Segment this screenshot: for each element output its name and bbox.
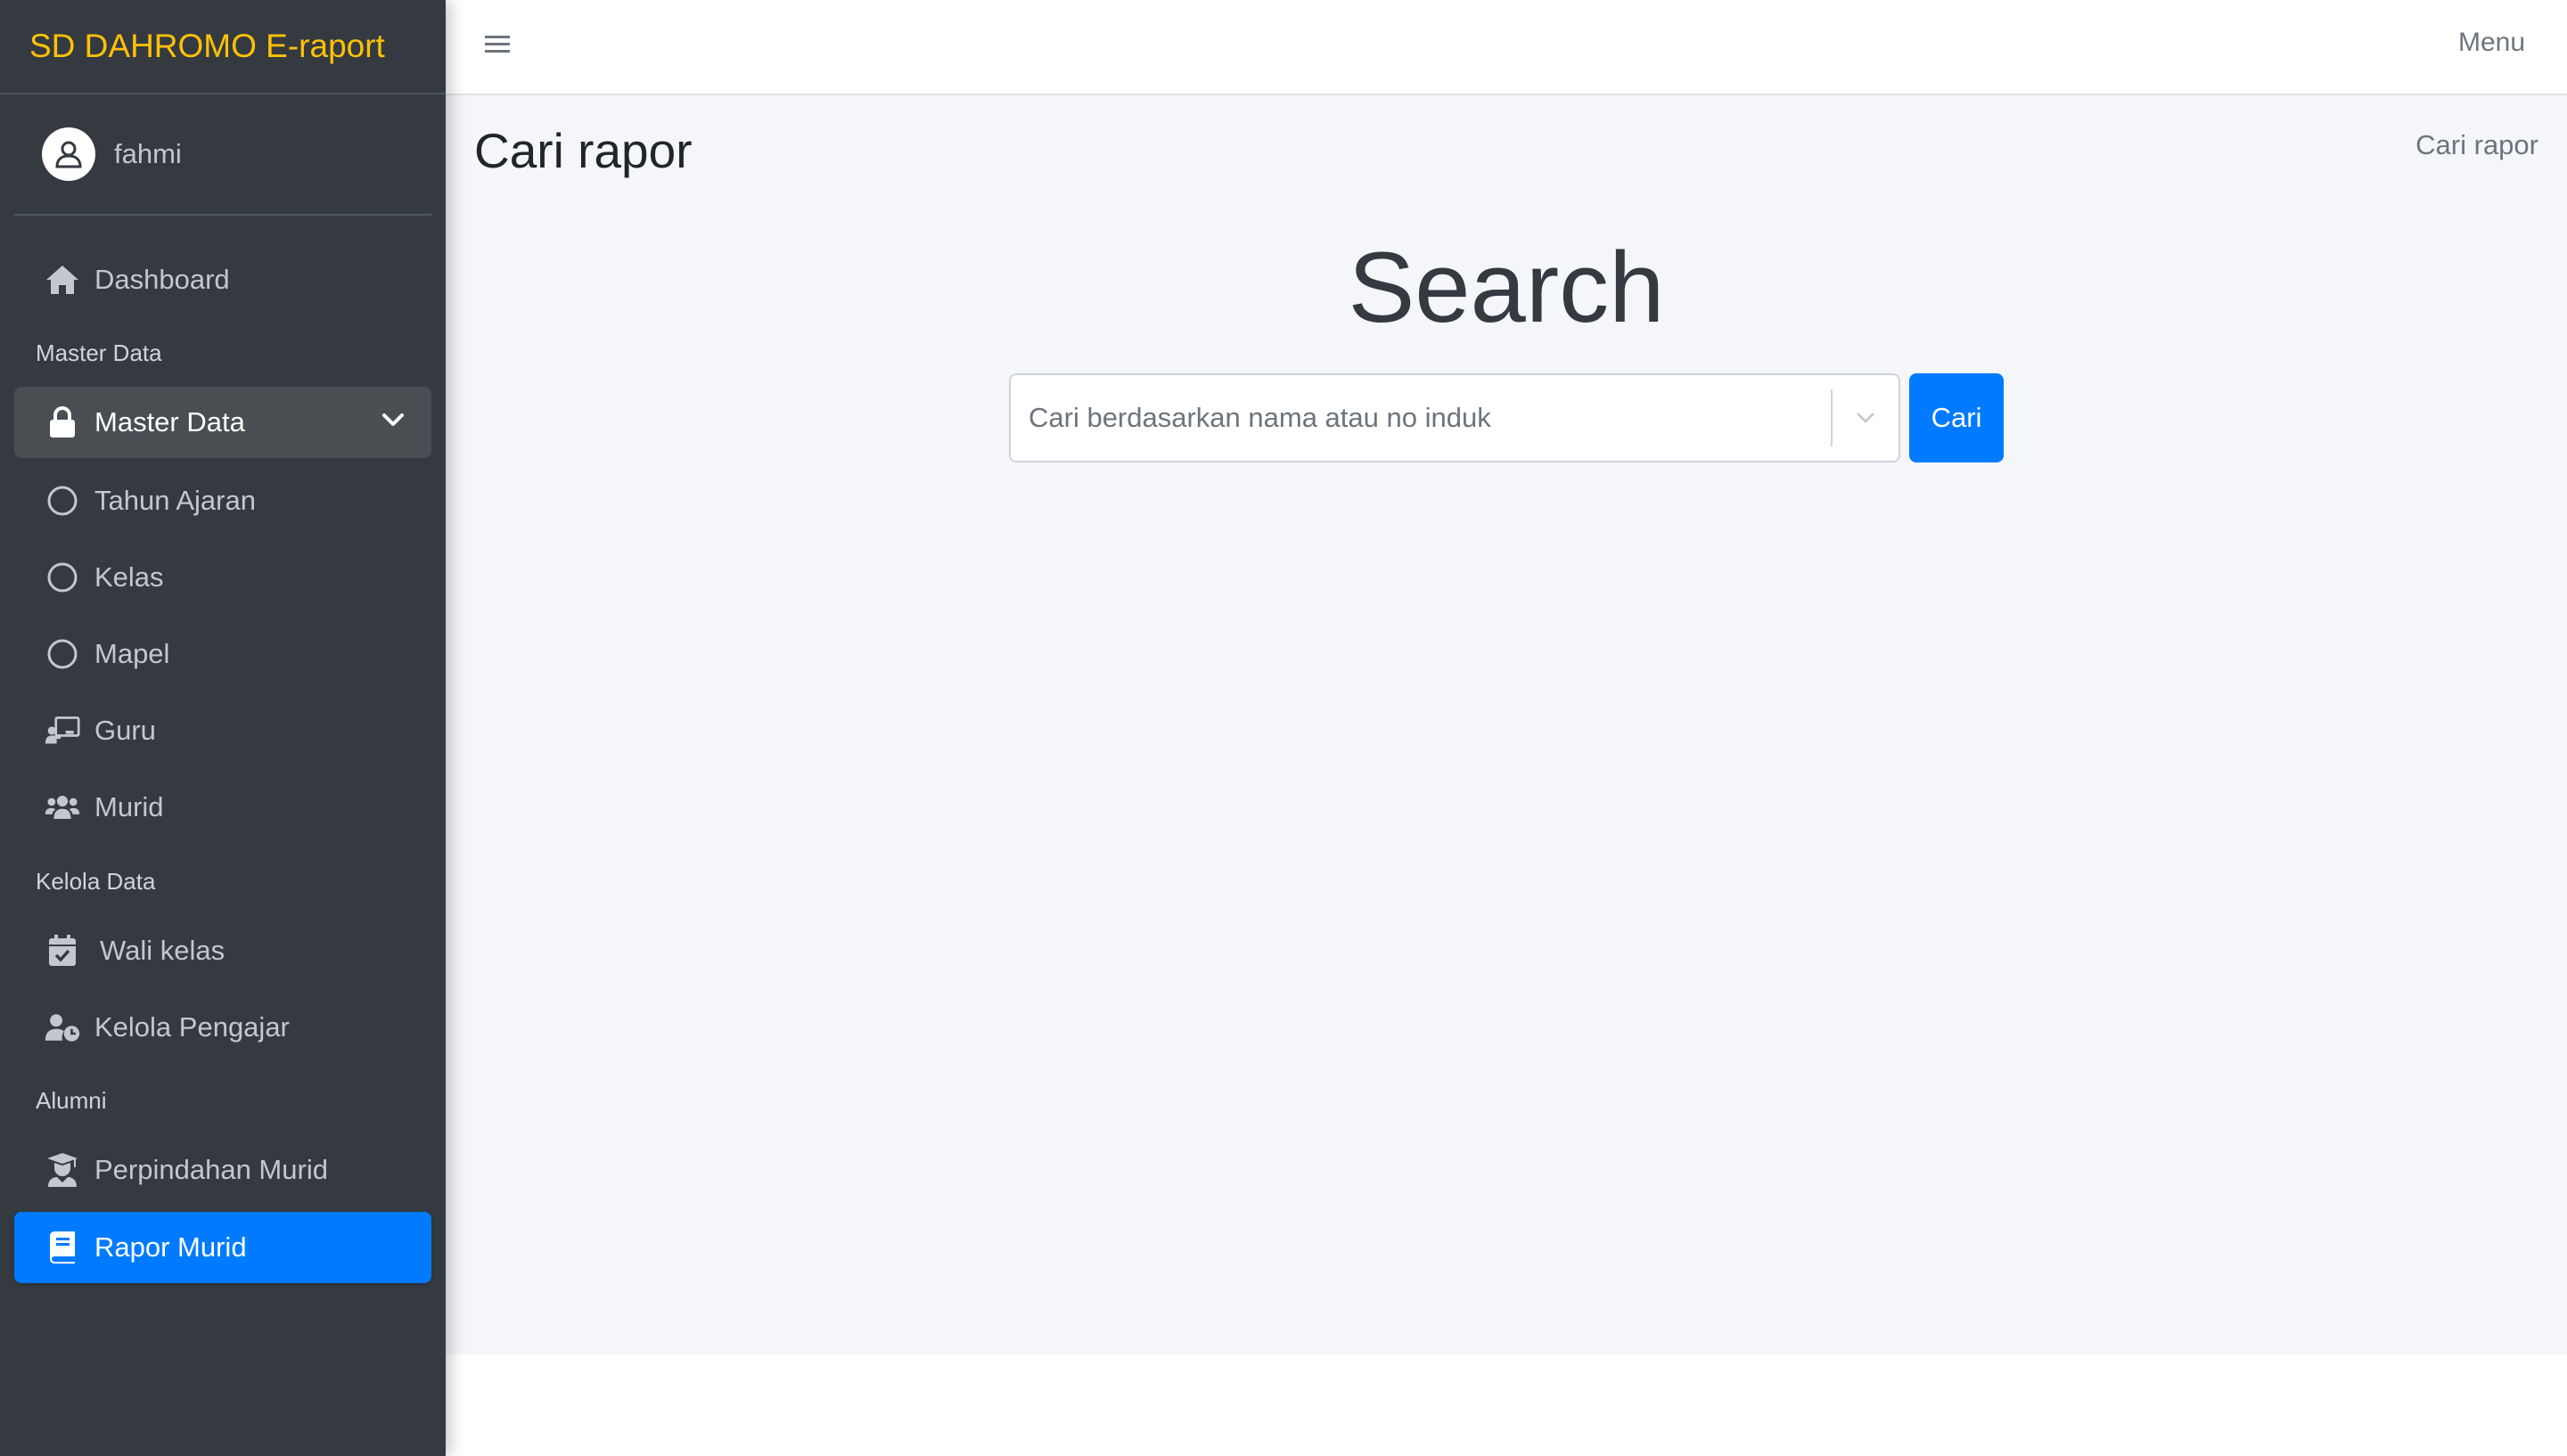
sidebar-item-dashboard[interactable]: Dashboard [14,244,431,315]
footer [446,1354,2567,1456]
sidebar-item-label: Master Data [94,406,245,438]
sidebar-item-label: Rapor Murid [94,1231,247,1263]
nav-header-master: Master Data [36,339,162,366]
chevron-down-icon [380,406,406,440]
chevron-down-icon[interactable] [1833,406,1899,429]
user-clock-icon [45,1010,80,1045]
page-title: Cari rapor [474,123,693,178]
search-heading: Search [1348,232,1665,343]
search-placeholder[interactable]: Cari berdasarkan nama atau no induk [1011,402,1831,434]
sidebar-item-label: Kelola Pengajar [94,1011,290,1043]
circle-icon [45,560,80,595]
sidebar-item-tahun-ajaran[interactable]: Tahun Ajaran [14,465,431,536]
nav-header-alumni: Alumni [36,1087,107,1114]
search-select[interactable]: Cari berdasarkan nama atau no induk [1009,373,1900,462]
graduate-icon [45,1152,80,1188]
hamburger-menu-icon[interactable] [485,32,510,61]
sidebar-item-murid[interactable]: Murid [14,772,431,843]
sidebar-item-label: Guru [94,715,156,746]
sidebar-item-label: Mapel [94,638,170,669]
circle-icon [45,483,80,519]
content-area: Cari rapor Cari rapor Search Cari berdas… [446,95,2567,1354]
book-icon [45,1230,80,1265]
top-navbar: Menu [446,0,2567,95]
user-name[interactable]: fahmi [114,138,182,170]
sidebar-item-kelola-pengajar[interactable]: Kelola Pengajar [14,992,431,1063]
user-panel: fahmi [14,94,431,216]
sidebar-item-label: Tahun Ajaran [94,485,256,516]
sidebar-item-label: Perpindahan Murid [94,1154,328,1185]
breadcrumb[interactable]: Cari rapor [2415,129,2538,161]
sidebar-item-label: Dashboard [94,264,230,295]
sidebar-item-label: Murid [94,791,164,822]
sidebar-item-mapel[interactable]: Mapel [14,618,431,690]
lock-icon [45,405,80,440]
sidebar-item-kelas[interactable]: Kelas [14,542,431,613]
sidebar-item-perpindahan-murid[interactable]: Perpindahan Murid [14,1134,431,1206]
sidebar-item-guru[interactable]: Guru [14,695,431,766]
home-icon [45,262,80,298]
sidebar: SD DAHROMO E-raport fahmi Dashboard Mast… [0,0,446,1456]
sidebar-item-wali-kelas[interactable]: Wali kelas [14,915,431,986]
teacher-icon [45,713,80,748]
circle-icon [45,636,80,672]
brand-title[interactable]: SD DAHROMO E-raport [0,0,446,94]
user-avatar-icon[interactable] [42,127,95,181]
calendar-check-icon [45,933,80,969]
search-button[interactable]: Cari [1909,373,2004,462]
sidebar-item-label: Wali kelas [100,935,226,966]
sidebar-item-rapor-murid[interactable]: Rapor Murid [14,1212,431,1283]
nav-header-kelola: Kelola Data [36,868,156,895]
top-menu-link[interactable]: Menu [2458,28,2525,58]
sidebar-item-master-data[interactable]: Master Data [14,387,431,458]
users-icon [45,789,80,825]
sidebar-item-label: Kelas [94,561,164,593]
